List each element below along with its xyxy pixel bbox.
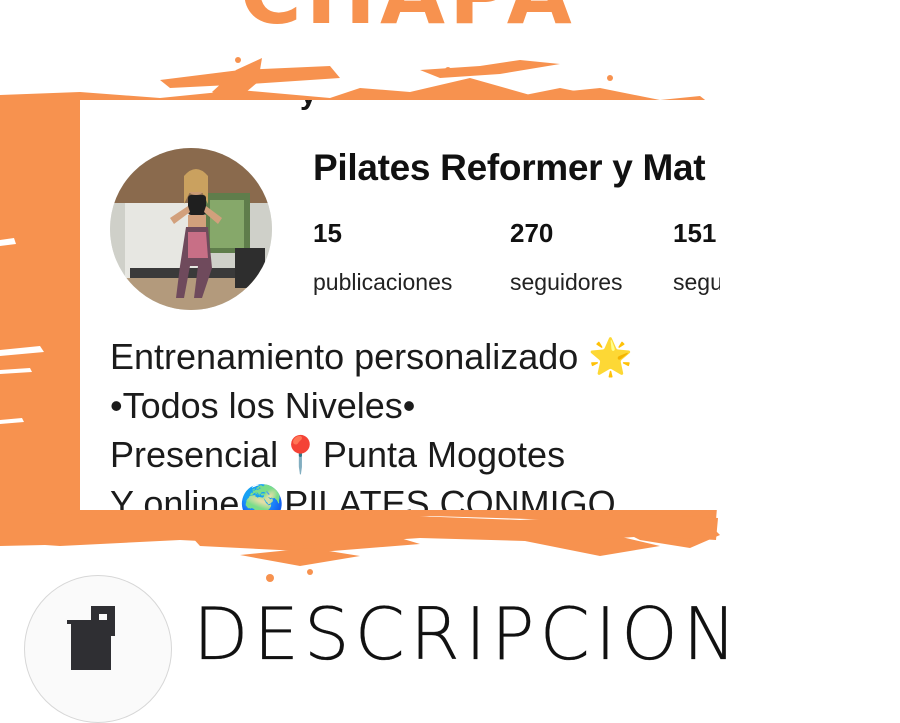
stat-value: 15 <box>313 218 342 248</box>
cropped-text: y <box>300 100 319 112</box>
stat-label: seguidores <box>510 269 623 295</box>
bio-line: Entrenamiento personalizado 🌟 <box>110 336 634 377</box>
avatar <box>110 148 272 310</box>
bio-line: Presencial📍Punta Mogotes <box>110 434 566 475</box>
bio-line: Y online🌍PILATES CONMIGO <box>110 483 616 510</box>
page-title: CHAPA <box>240 0 576 36</box>
stat-value: 151 <box>673 218 717 248</box>
stat-posts[interactable]: 15 publicaciones <box>313 218 452 296</box>
stat-label: publicaciones <box>313 269 453 295</box>
stat-following[interactable]: 151 seguidos <box>673 218 720 296</box>
profile-name: Pilates Reformer y Mat <box>313 147 706 188</box>
stat-label: seguidos <box>673 269 720 295</box>
description-heading: DESCRIPCION <box>193 592 742 676</box>
stat-value: 270 <box>510 218 554 248</box>
stat-followers[interactable]: 270 seguidores <box>510 218 623 296</box>
bio-line: •Todos los Niveles• <box>110 385 416 426</box>
logo-badge <box>24 575 172 723</box>
building-icon <box>67 606 115 670</box>
instagram-profile-screenshot: y Pilates Reformer y Mat 15 publicacione… <box>80 100 720 510</box>
profile-bio: Entrenamiento personalizado 🌟 •Todos los… <box>110 332 633 510</box>
